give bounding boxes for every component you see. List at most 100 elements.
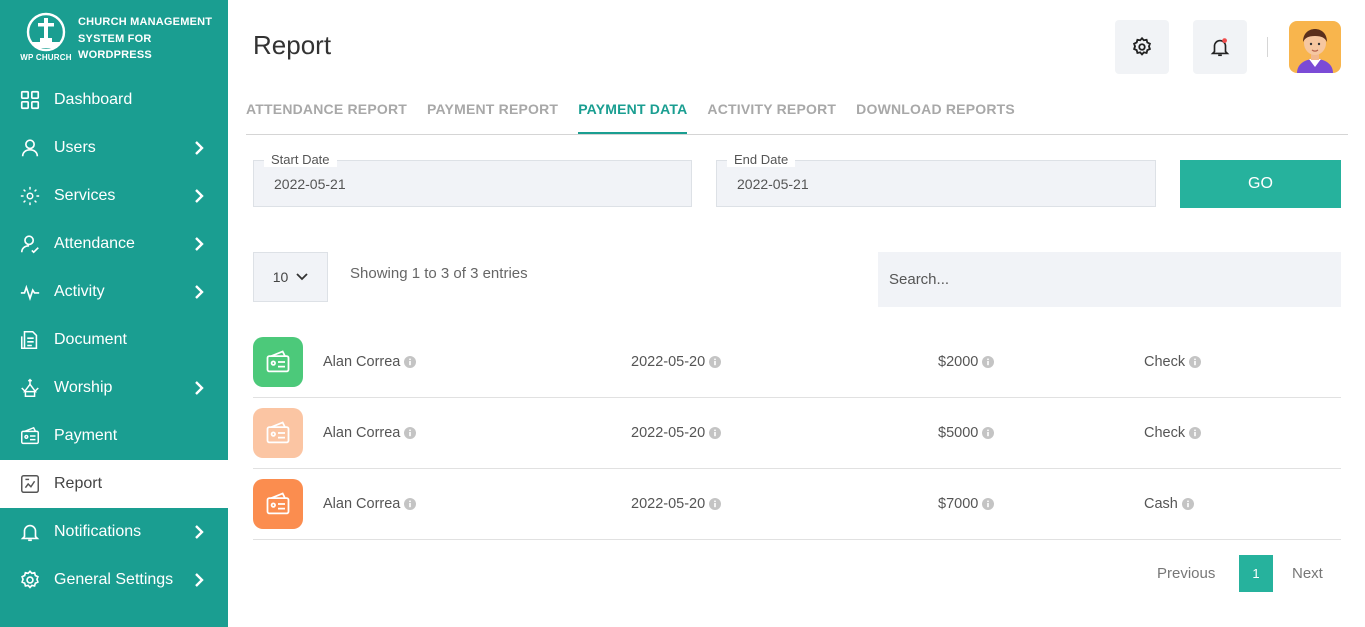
brand-title-line: WORDPRESS [78,49,152,61]
info-icon [1181,498,1194,510]
sidebar-item-notifications[interactable]: Notifications [0,508,228,556]
sidebar-item-dashboard[interactable]: Dashboard [0,76,228,124]
payment-mode-text: Check [1144,425,1186,441]
sidebar-item-users[interactable]: Users [0,124,228,172]
page-title: Report [253,30,332,60]
info-icon [709,356,722,368]
search-input[interactable] [878,252,1341,307]
brand-logo[interactable]: WP CHURCH CHURCH MANAGEMENT SYSTEM FOR W… [0,0,228,76]
info-icon [709,427,722,439]
brand-title: CHURCH MANAGEMENT SYSTEM FOR WORDPRESS [78,12,212,64]
chevron-right-icon [195,189,204,203]
tab-payment-data[interactable]: PAYMENT DATA [578,92,688,134]
sidebar-item-document[interactable]: Document [0,316,228,364]
payment-icon [266,421,290,444]
payment-date-text: 2022-05-20 [631,496,706,512]
sidebar-item-label: Users [54,139,96,156]
gear-icon [19,569,41,591]
info-icon [982,356,995,368]
sidebar-item-general-settings[interactable]: General Settings [0,556,228,604]
pagination-previous[interactable]: Previous [1157,565,1215,582]
payer-name: Alan Correa [323,425,417,441]
sidebar-item-worship[interactable]: Worship [0,364,228,412]
sidebar-item-label: Worship [54,379,113,396]
payment-icon [266,350,290,373]
payment-mode: Check [1144,425,1202,441]
avatar[interactable] [1289,21,1341,73]
go-button[interactable]: GO [1180,160,1341,208]
page-length-value: 10 [272,269,289,285]
tab-download-reports[interactable]: DOWNLOAD REPORTS [856,92,1015,134]
activity-icon [19,281,41,303]
info-icon [982,498,995,510]
chevron-down-icon [296,273,308,281]
sidebar-item-label: Activity [54,283,105,300]
page-length-select[interactable]: 10 [253,252,328,302]
payment-icon [266,492,290,515]
payment-date: 2022-05-20 [631,496,722,512]
sidebar-item-label: Dashboard [54,91,133,108]
info-icon [709,498,722,510]
info-icon [982,427,995,439]
table-row[interactable]: Alan Correa 2022-05-20 $5000 Check [253,398,1341,469]
sidebar-item-label: General Settings [54,571,174,588]
payer-name-text: Alan Correa [323,354,401,370]
sidebar-item-payment[interactable]: Payment [0,412,228,460]
report-tabs: ATTENDANCE REPORT PAYMENT REPORT PAYMENT… [246,92,1348,135]
sidebar-item-services[interactable]: Services [0,172,228,220]
payment-amount: $5000 [938,425,995,441]
payment-amount-text: $2000 [938,354,979,370]
table-row[interactable]: Alan Correa 2022-05-20 $7000 Cash [253,469,1341,540]
settings-button[interactable] [1115,20,1169,74]
pagination-next[interactable]: Next [1292,565,1323,582]
bell-icon [19,521,41,543]
chevron-right-icon [195,381,204,395]
brand-mark-text: WP CHURCH [20,53,72,62]
report-icon [19,473,41,495]
app-root: WP CHURCH CHURCH MANAGEMENT SYSTEM FOR W… [0,0,1365,627]
tab-attendance-report[interactable]: ATTENDANCE REPORT [246,92,407,134]
sidebar-item-activity[interactable]: Activity [0,268,228,316]
bell-icon [1210,38,1230,57]
tab-activity-report[interactable]: ACTIVITY REPORT [707,92,836,134]
sidebar-item-label: Services [54,187,116,204]
info-icon [404,356,417,368]
payment-mode-text: Check [1144,354,1186,370]
end-date-label: End Date [727,152,796,167]
worship-icon [19,377,41,399]
payment-table: Alan Correa 2022-05-20 $2000 Check Alan … [253,327,1341,540]
table-row[interactable]: Alan Correa 2022-05-20 $2000 Check [253,327,1341,398]
church-logo-icon: WP CHURCH [18,12,74,62]
sidebar-item-report[interactable]: Report [0,460,228,508]
payment-date-text: 2022-05-20 [631,425,706,441]
sidebar-item-label: Document [54,331,127,348]
payer-name-text: Alan Correa [323,496,401,512]
brand-title-line: CHURCH MANAGEMENT [78,16,213,28]
payment-badge [253,479,303,529]
grid-icon [19,89,41,111]
brand-title-line: SYSTEM FOR [78,32,152,45]
pagination-page-1[interactable]: 1 [1239,555,1273,592]
end-date-input[interactable] [717,161,1155,206]
sidebar-item-label: Attendance [54,235,135,252]
tab-payment-report[interactable]: PAYMENT REPORT [427,92,558,134]
payment-icon [19,425,41,447]
sidebar-item-label: Notifications [54,523,142,540]
payment-amount-text: $7000 [938,496,979,512]
start-date-field: Start Date [253,152,692,207]
sidebar-item-label: Report [54,475,103,492]
chevron-right-icon [195,525,204,539]
header-divider [1267,37,1268,57]
start-date-label: Start Date [264,152,337,167]
chevron-right-icon [195,237,204,251]
info-icon [1189,356,1202,368]
info-icon [404,498,417,510]
info-icon [1189,427,1202,439]
payer-name-text: Alan Correa [323,425,401,441]
sidebar-nav: Dashboard Users Services Attendance Acti… [0,76,228,604]
services-icon [19,185,41,207]
start-date-input[interactable] [254,161,691,206]
sidebar-item-attendance[interactable]: Attendance [0,220,228,268]
entries-info: Showing 1 to 3 of 3 entries [350,265,528,282]
notifications-button[interactable] [1193,20,1247,74]
